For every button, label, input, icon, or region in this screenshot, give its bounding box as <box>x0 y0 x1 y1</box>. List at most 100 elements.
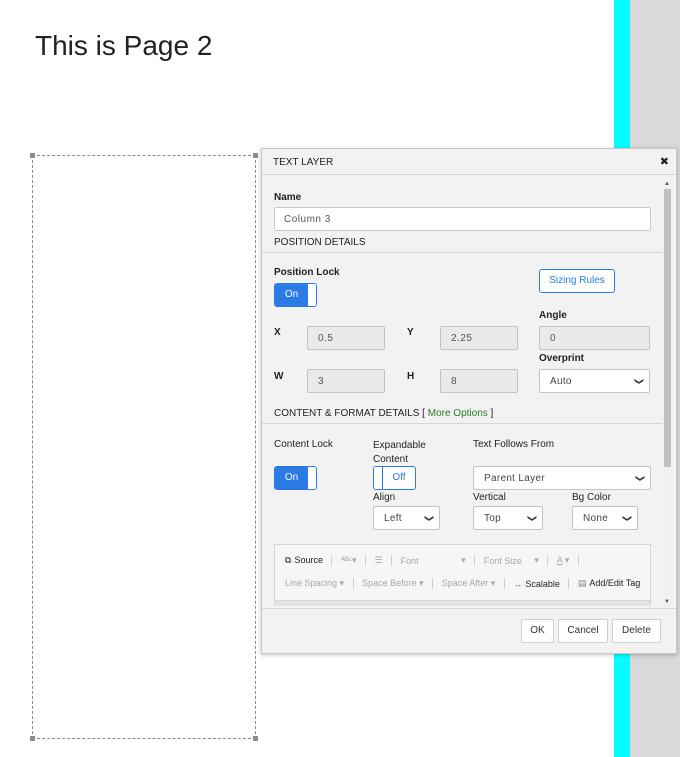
text-follows-select[interactable]: Parent Layer ❯ <box>473 466 651 490</box>
toolbar-divider <box>474 555 476 567</box>
h-input[interactable]: 8 <box>440 369 518 393</box>
tag-icon: ▤ <box>577 578 587 589</box>
dialog-scrollbar[interactable]: ▲ ▼ <box>663 181 672 605</box>
bg-color-select[interactable]: None ❯ <box>572 506 638 530</box>
toolbar-divider <box>391 555 393 567</box>
toggle-knob <box>374 467 383 489</box>
x-label: X <box>274 327 281 338</box>
editor-content-area[interactable] <box>275 600 650 606</box>
scroll-up-icon[interactable]: ▲ <box>664 181 670 187</box>
editor-toolbar-row-2: Line Spacing ▾ Space Before ▾ Space Afte… <box>285 578 646 590</box>
source-button[interactable]: ⧉ Source <box>285 555 323 566</box>
align-select[interactable]: Left ❯ <box>373 506 440 530</box>
space-after-label: Space After <box>441 578 489 589</box>
toggle-knob <box>307 284 316 306</box>
more-options-link[interactable]: More Options <box>428 408 488 419</box>
x-input[interactable]: 0.5 <box>307 326 385 350</box>
name-input[interactable]: Column 3 <box>274 207 651 231</box>
line-spacing-dropdown[interactable]: Line Spacing ▾ <box>285 578 344 589</box>
chevron-down-icon: ❯ <box>622 514 633 523</box>
position-lock-toggle[interactable]: On <box>274 283 317 307</box>
font-color-icon: A <box>556 555 563 566</box>
name-label: Name <box>274 192 302 203</box>
list-button[interactable]: ☰ <box>375 555 383 566</box>
add-edit-tag-label: Add/Edit Tag <box>589 578 641 589</box>
w-input[interactable]: 3 <box>307 369 385 393</box>
expandable-content-toggle[interactable]: Off <box>373 466 416 490</box>
overprint-value: Auto <box>550 376 572 387</box>
y-input[interactable]: 2.25 <box>440 326 518 350</box>
position-lock-state: On <box>275 284 308 306</box>
rich-text-editor[interactable]: ⧉ Source ᴬᴮᶜ▾ ☰ Font ▾ Font Size ▾ A ▾ Li… <box>274 544 651 606</box>
y-label: Y <box>407 327 414 338</box>
dialog-header: TEXT LAYER ✖ <box>262 149 676 175</box>
position-lock-label: Position Lock <box>274 267 340 278</box>
ok-button[interactable]: OK <box>521 619 554 643</box>
resize-handle-bottom-right[interactable] <box>253 736 258 741</box>
list-icon: ☰ <box>374 555 383 566</box>
chevron-down-icon: ▾ <box>461 555 466 566</box>
font-dropdown[interactable]: Font <box>401 556 453 566</box>
cancel-button[interactable]: Cancel <box>558 619 608 643</box>
font-color-button[interactable]: A ▾ <box>557 555 570 566</box>
toolbar-divider <box>432 578 434 590</box>
chevron-down-icon: ▾ <box>534 555 539 566</box>
chevron-down-icon: ❯ <box>527 514 538 523</box>
align-value: Left <box>384 513 402 524</box>
dialog-title: TEXT LAYER <box>273 157 334 168</box>
expandable-content-state: Off <box>392 472 406 483</box>
spellcheck-icon: ᴬᴮᶜ▾ <box>341 555 357 566</box>
delete-button[interactable]: Delete <box>612 619 661 643</box>
content-format-title: CONTENT & FORMAT DETAILS [ <box>274 408 425 419</box>
scalable-label: Scalable <box>525 578 560 589</box>
sizing-rules-button[interactable]: Sizing Rules <box>539 269 615 293</box>
font-size-label: Font Size <box>483 555 522 566</box>
font-label: Font <box>400 555 419 566</box>
content-lock-toggle[interactable]: On <box>274 466 317 490</box>
text-follows-label: Text Follows From <box>473 439 555 450</box>
add-edit-tag-button[interactable]: ▤ Add/Edit Tag <box>578 578 640 589</box>
source-label: Source <box>294 555 323 566</box>
scalable-icon: ↔ <box>513 578 523 589</box>
spellcheck-button[interactable]: ᴬᴮᶜ▾ <box>341 555 357 566</box>
toolbar-divider <box>331 555 333 567</box>
chevron-down-icon: ❯ <box>424 514 435 523</box>
toggle-knob <box>307 467 316 489</box>
source-icon: ⧉ <box>285 555 292 566</box>
space-before-dropdown[interactable]: Space Before ▾ <box>362 578 424 589</box>
scrollbar-thumb[interactable] <box>664 189 671 467</box>
toolbar-divider <box>365 555 367 567</box>
overprint-label: Overprint <box>539 353 585 364</box>
editor-toolbar-row-1: ⧉ Source ᴬᴮᶜ▾ ☰ Font ▾ Font Size ▾ A ▾ <box>285 555 585 567</box>
dialog-footer: OK Cancel Delete <box>262 608 676 654</box>
toolbar-divider <box>352 578 354 590</box>
bg-color-value: None <box>583 513 609 524</box>
close-icon[interactable]: ✖ <box>660 156 669 168</box>
resize-handle-bottom-left[interactable] <box>30 736 35 741</box>
content-format-header: CONTENT & FORMAT DETAILS [ More Options … <box>262 408 662 424</box>
expandable-content-label: Expandable Content <box>373 440 426 465</box>
vertical-select[interactable]: Top ❯ <box>473 506 543 530</box>
page-title: This is Page 2 <box>35 30 213 61</box>
align-label: Align <box>373 492 396 503</box>
angle-input[interactable]: 0 <box>539 326 650 350</box>
bg-color-label: Bg Color <box>572 492 611 503</box>
selected-layer-box[interactable] <box>30 153 258 741</box>
toolbar-divider <box>568 578 570 590</box>
h-label: H <box>407 371 415 382</box>
scroll-down-icon[interactable]: ▼ <box>664 599 670 605</box>
font-size-dropdown[interactable]: Font Size <box>484 556 526 566</box>
space-after-dropdown[interactable]: Space After ▾ <box>442 578 496 589</box>
resize-handle-top-right[interactable] <box>253 153 258 158</box>
dialog-body: Name Column 3 POSITION DETAILS Position … <box>262 176 662 606</box>
overprint-select[interactable]: Auto ❯ <box>539 369 650 393</box>
chevron-down-icon: ❯ <box>635 474 646 483</box>
resize-handle-top-left[interactable] <box>30 153 35 158</box>
position-details-header: POSITION DETAILS <box>262 237 662 253</box>
text-follows-value: Parent Layer <box>484 473 545 484</box>
content-lock-label: Content Lock <box>274 439 333 450</box>
scalable-button[interactable]: ↔ Scalable <box>513 579 560 589</box>
vertical-value: Top <box>484 513 502 524</box>
toolbar-divider <box>547 555 549 567</box>
space-before-label: Space Before <box>362 578 417 589</box>
